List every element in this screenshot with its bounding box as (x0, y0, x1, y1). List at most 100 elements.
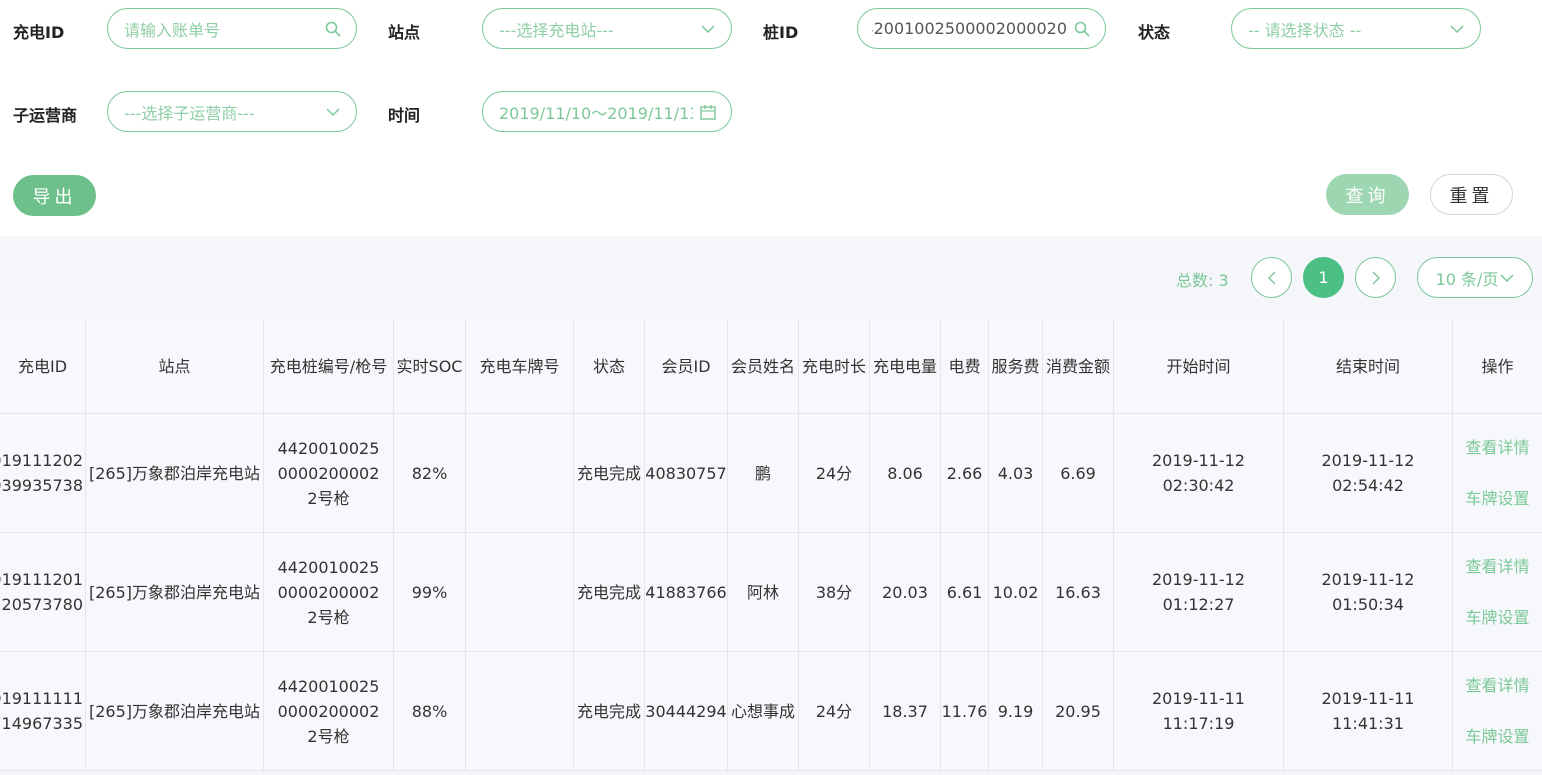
col-header: 充电电量 (870, 320, 941, 413)
charge-id-line: 21039935738 (0, 476, 83, 495)
cell-plate (466, 652, 574, 770)
cell-soc: 99% (394, 533, 466, 651)
plate-setting-link[interactable]: 车牌设置 (1465, 486, 1529, 511)
cell-start-time: 2019-11-11 11:17:19 (1114, 652, 1284, 770)
station-placeholder: ---选择充电站--- (499, 20, 614, 40)
cell-station: [265]万象郡泊岸充电站 (86, 533, 264, 651)
reset-button[interactable]: 重置 (1430, 174, 1513, 215)
cell-plate (466, 533, 574, 651)
next-page-button[interactable] (1355, 257, 1396, 298)
time-label: 时间 (388, 106, 421, 125)
pile-id-input[interactable]: l42001002500002000020 (857, 8, 1106, 49)
export-button[interactable]: 导出 (13, 175, 96, 216)
sub-operator-label: 子运营商 (13, 106, 78, 125)
time-range-value: 2019/11/10～2019/11/13 (499, 103, 693, 123)
view-detail-link[interactable]: 查看详情 (1465, 673, 1529, 698)
cell-member-id: 40830757 (645, 414, 728, 532)
pile-line: 2号枪 (307, 726, 350, 746)
cell-end-time: 2019-11-12 01:50:34 (1284, 533, 1453, 651)
status-placeholder: -- 请选择状态 -- (1248, 20, 1362, 40)
query-button[interactable]: 查询 (1326, 174, 1409, 215)
col-header: 实时SOC (394, 320, 466, 413)
start-clock: 11:17:19 (1162, 714, 1235, 733)
end-clock: 01:50:34 (1332, 595, 1404, 614)
pile-line: 4420010025 (277, 557, 380, 577)
calendar-icon[interactable] (699, 103, 717, 121)
col-header: 充电时长 (799, 320, 870, 413)
time-range-picker[interactable]: 2019/11/10～2019/11/13 (482, 91, 732, 132)
col-header: 消费金额 (1043, 320, 1114, 413)
table-header-row: 充电ID 站点 充电桩编号/枪号 实时SOC 充电车牌号 状态 会员ID 会员姓… (0, 320, 1542, 414)
pager-total: 总数: 3 (1176, 267, 1229, 291)
charge-id-placeholder: 请输入账单号 (124, 20, 221, 40)
view-detail-link[interactable]: 查看详情 (1465, 435, 1529, 460)
view-detail-link[interactable]: 查看详情 (1465, 554, 1529, 579)
end-clock: 11:41:31 (1332, 714, 1404, 733)
col-header: 状态 (574, 320, 645, 413)
charge-id-line: 2019111201 (0, 570, 83, 589)
cell-amount: 6.69 (1043, 414, 1114, 532)
charge-id-line: 11714967335 (0, 714, 83, 733)
plate-setting-link[interactable]: 车牌设置 (1465, 605, 1529, 630)
cell-pile: 4420010025 0000200002 2号枪 (264, 414, 394, 532)
cell-energy: 18.37 (870, 652, 941, 770)
status-label: 状态 (1138, 23, 1171, 42)
cell-charge-id: 2019111201 11120573780 (0, 533, 86, 651)
plate-setting-link[interactable]: 车牌设置 (1465, 724, 1529, 749)
search-icon[interactable] (1073, 20, 1091, 38)
pager-total-label: 总数: (1176, 271, 1214, 290)
page-size-value: 10 条/页 (1435, 269, 1499, 289)
table-row: 2019111202 21039935738 [265]万象郡泊岸充电站 4420… (0, 414, 1542, 533)
cell-member-name: 阿林 (728, 533, 799, 651)
cell-station: [265]万象郡泊岸充电站 (86, 652, 264, 770)
cell-energy: 8.06 (870, 414, 941, 532)
search-icon[interactable] (324, 20, 342, 38)
pager-total-count: 3 (1218, 271, 1229, 290)
start-clock: 02:30:42 (1162, 476, 1235, 495)
cell-elec-fee: 11.76 (941, 652, 989, 770)
cell-duration: 24分 (799, 414, 870, 532)
cell-service-fee: 9.19 (989, 652, 1043, 770)
station-select[interactable]: ---选择充电站--- (482, 8, 732, 49)
chevron-down-icon (1500, 273, 1514, 282)
sub-operator-placeholder: ---选择子运营商--- (124, 103, 255, 123)
station-label: 站点 (388, 23, 421, 42)
start-clock: 01:12:27 (1162, 595, 1235, 614)
status-select[interactable]: -- 请选择状态 -- (1231, 8, 1481, 49)
cell-amount: 20.95 (1043, 652, 1114, 770)
start-date: 2019-11-12 (1152, 451, 1245, 470)
start-date: 2019-11-11 (1152, 689, 1245, 708)
start-date: 2019-11-12 (1152, 570, 1245, 589)
cell-end-time: 2019-11-12 02:54:42 (1284, 414, 1453, 532)
chevron-left-icon (1267, 270, 1276, 285)
pile-id-label: 桩ID (763, 23, 799, 42)
col-header: 会员ID (645, 320, 728, 413)
chevron-down-icon (699, 20, 717, 38)
page-1-button[interactable]: 1 (1303, 257, 1344, 298)
cell-duration: 24分 (799, 652, 870, 770)
charge-id-input[interactable]: 请输入账单号 (107, 8, 357, 49)
cell-member-id: 30444294 (645, 652, 728, 770)
prev-page-button[interactable] (1251, 257, 1292, 298)
cell-elec-fee: 6.61 (941, 533, 989, 651)
col-header: 开始时间 (1114, 320, 1284, 413)
page-size-select[interactable]: 10 条/页 (1417, 257, 1533, 298)
cell-pile: 4420010025 0000200002 2号枪 (264, 652, 394, 770)
cell-service-fee: 4.03 (989, 414, 1043, 532)
cell-status: 充电完成 (574, 652, 645, 770)
cell-energy: 20.03 (870, 533, 941, 651)
cell-member-name: 心想事成 (728, 652, 799, 770)
end-clock: 02:54:42 (1332, 476, 1404, 495)
cell-amount: 16.63 (1043, 533, 1114, 651)
cell-actions: 查看详情 车牌设置 (1453, 414, 1542, 532)
col-header: 电费 (941, 320, 989, 413)
chevron-right-icon (1371, 270, 1380, 285)
pile-line: 0000200002 (277, 582, 380, 602)
end-date: 2019-11-12 (1321, 570, 1415, 589)
cell-soc: 82% (394, 414, 466, 532)
records-table: 充电ID 站点 充电桩编号/枪号 实时SOC 充电车牌号 状态 会员ID 会员姓… (0, 320, 1542, 771)
sub-operator-select[interactable]: ---选择子运营商--- (107, 91, 357, 132)
cell-start-time: 2019-11-12 01:12:27 (1114, 533, 1284, 651)
cell-end-time: 2019-11-11 11:41:31 (1284, 652, 1453, 770)
pile-line: 4420010025 (277, 438, 380, 458)
